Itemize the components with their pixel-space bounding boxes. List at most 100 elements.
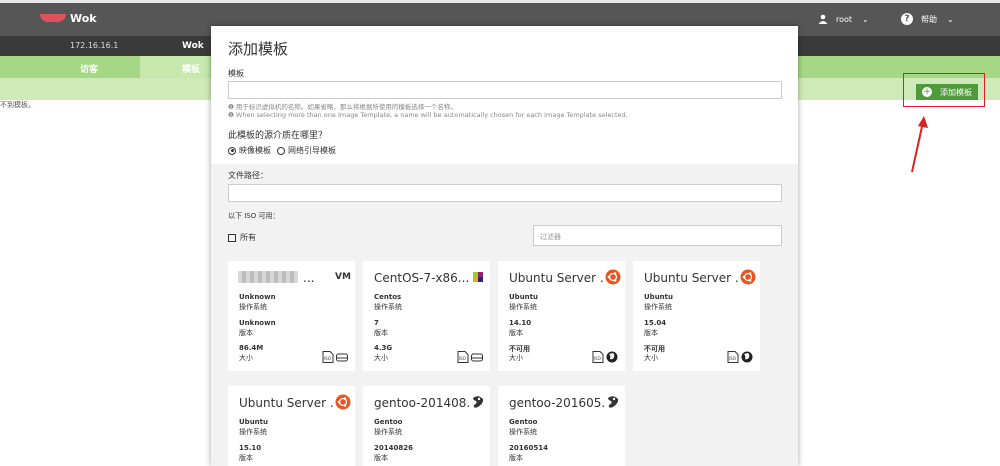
ubuntu-logo-icon xyxy=(740,269,756,285)
source-question: 此模板的源介质在哪里？ xyxy=(228,131,328,141)
select-all-checkbox[interactable] xyxy=(228,233,236,242)
iso-card-title: Ubuntu Server ... xyxy=(644,271,740,285)
iso-distro: Ubuntu xyxy=(644,293,673,301)
user-name: root xyxy=(836,14,853,24)
filter-placeholder: 过滤器 xyxy=(540,233,561,241)
iso-distro: Ubuntu xyxy=(239,418,268,426)
iso-version-label: 版本 xyxy=(239,454,253,462)
info-icon: ❶ xyxy=(228,103,236,111)
file-path-label: 文件路径： xyxy=(228,171,268,180)
centos-logo-icon xyxy=(473,272,483,282)
iso-distro-label: 操作系统 xyxy=(509,303,537,311)
host-name: Wok xyxy=(182,41,204,51)
iso-version-label: 版本 xyxy=(509,454,523,462)
redacted-title xyxy=(238,271,298,283)
app-name: Wok xyxy=(70,11,97,25)
iso-available-label: 以下 ISO 可用： xyxy=(228,212,280,220)
iso-card[interactable]: CentOS-7-x86... Centos 操作系统 7 版本 4.3G 大小… xyxy=(363,261,490,371)
highlight-box xyxy=(903,73,985,107)
vm-icon: VM xyxy=(335,272,351,282)
iso-distro-label: 操作系统 xyxy=(509,428,537,436)
user-menu[interactable]: root ⌄ xyxy=(818,14,869,24)
iso-version: 15.10 xyxy=(239,444,262,452)
svg-text:ISO: ISO xyxy=(594,356,601,361)
iso-size-label: 大小 xyxy=(509,354,523,362)
globe-icon xyxy=(741,351,753,363)
radio-image-template-label[interactable]: 映像模板 xyxy=(239,145,271,156)
hard-drive-icon xyxy=(471,353,483,362)
iso-card[interactable]: gentoo-201408... Gentoo 操作系统 20140826 版本 xyxy=(363,386,490,466)
iso-version: 14.10 xyxy=(509,319,532,327)
iso-card-title: gentoo-201605... xyxy=(509,396,605,410)
template-name-input[interactable] xyxy=(228,81,782,99)
iso-card[interactable]: ... VM Unknown 操作系统 Unknown 版本 86.4M 大小 … xyxy=(228,261,355,371)
iso-size: 86.4M xyxy=(239,344,264,352)
chevron-down-icon: ⌄ xyxy=(862,14,869,24)
iso-version-label: 版本 xyxy=(509,329,523,337)
filter-input[interactable]: 过滤器 xyxy=(533,225,782,246)
iso-version-label: 版本 xyxy=(239,329,253,337)
dialog-header-section: 添加模板 模板 ❶ 用于标识虚拟机的名称。如果省略，那么将根据所使用的模板选择一… xyxy=(211,26,798,164)
iso-version: 15.04 xyxy=(644,319,667,327)
add-template-dialog: 添加模板 模板 ❶ 用于标识虚拟机的名称。如果省略，那么将根据所使用的模板选择一… xyxy=(211,26,798,466)
ubuntu-logo-icon xyxy=(605,269,621,285)
iso-card[interactable]: Ubuntu Server ... Ubuntu 操作系统 15.10 版本 xyxy=(228,386,355,466)
chevron-down-icon: ⌄ xyxy=(947,14,954,24)
iso-card[interactable]: Ubuntu Server ... Ubuntu 操作系统 14.10 版本 不… xyxy=(498,261,625,371)
template-name-label: 模板 xyxy=(228,69,244,78)
tab-guests[interactable]: 访客 xyxy=(80,62,98,75)
radio-network-boot-label[interactable]: 网络引导模板 xyxy=(288,145,336,156)
iso-size-label: 大小 xyxy=(374,354,388,362)
help-text-cn: ❶ 用于标识虚拟机的名称。如果省略，那么将根据所使用的模板选择一个名称。 xyxy=(228,103,457,111)
iso-version: 20160514 xyxy=(509,444,548,452)
iso-size-label: 大小 xyxy=(644,354,658,362)
host-ip: 172.16.16.1 xyxy=(70,41,119,50)
help-menu[interactable]: ? 帮助 ⌄ xyxy=(901,13,954,25)
iso-file-icon: ISO xyxy=(727,351,739,363)
svg-text:ISO: ISO xyxy=(324,356,331,361)
iso-card-title: gentoo-201408... xyxy=(374,396,470,410)
top-strip xyxy=(0,0,1000,3)
iso-badges: ISO xyxy=(455,351,483,363)
iso-card-title: Ubuntu Server ... xyxy=(509,271,605,285)
annotation-arrow xyxy=(911,116,928,173)
iso-distro-label: 操作系统 xyxy=(644,303,672,311)
dialog-title: 添加模板 xyxy=(228,40,289,58)
help-text-en: ❶ When selecting more than one Image Tem… xyxy=(228,111,628,119)
select-all[interactable]: 所有 xyxy=(228,232,256,243)
user-icon xyxy=(818,14,828,24)
iso-version-label: 版本 xyxy=(374,329,388,337)
hard-drive-icon xyxy=(336,353,348,362)
iso-badges: ISO xyxy=(725,351,753,363)
iso-distro: Gentoo xyxy=(509,418,538,426)
iso-card[interactable]: Ubuntu Server ... Ubuntu 操作系统 15.04 版本 不… xyxy=(633,261,760,371)
file-path-input[interactable] xyxy=(228,184,782,202)
iso-distro: Gentoo xyxy=(374,418,403,426)
radio-image-template[interactable] xyxy=(228,146,236,155)
iso-card[interactable]: gentoo-201605... Gentoo 操作系统 20160514 版本 xyxy=(498,386,625,466)
iso-distro: Centos xyxy=(374,293,402,301)
select-all-label: 所有 xyxy=(240,233,256,242)
iso-card-title: ... xyxy=(303,271,315,285)
iso-distro: Ubuntu xyxy=(509,293,538,301)
svg-text:ISO: ISO xyxy=(729,356,736,361)
iso-version-label: 版本 xyxy=(644,329,658,337)
gentoo-logo-icon xyxy=(608,396,619,408)
help-icon: ? xyxy=(901,13,913,25)
iso-distro-label: 操作系统 xyxy=(374,303,402,311)
iso-distro-label: 操作系统 xyxy=(239,428,267,436)
iso-file-icon: ISO xyxy=(322,351,334,363)
tab-templates[interactable]: 模板 xyxy=(182,62,200,75)
iso-version: 20140826 xyxy=(374,444,413,452)
help-label: 帮助 xyxy=(921,14,937,24)
radio-network-boot[interactable] xyxy=(277,146,285,155)
source-radio-group: 映像模板 网络引导模板 xyxy=(228,145,336,156)
iso-card-title: Ubuntu Server ... xyxy=(239,396,335,410)
iso-badges: ISO xyxy=(590,351,618,363)
iso-size-label: 大小 xyxy=(239,354,253,362)
wok-logo[interactable]: Wok xyxy=(40,11,97,25)
dialog-body: 文件路径： 以下 ISO 可用： 所有 过滤器 ... VM Unknown 操… xyxy=(211,164,798,466)
ubuntu-logo-icon xyxy=(335,394,351,410)
iso-size: 4.3G xyxy=(374,344,393,352)
empty-templates-message: 不到模板。 xyxy=(0,101,35,109)
